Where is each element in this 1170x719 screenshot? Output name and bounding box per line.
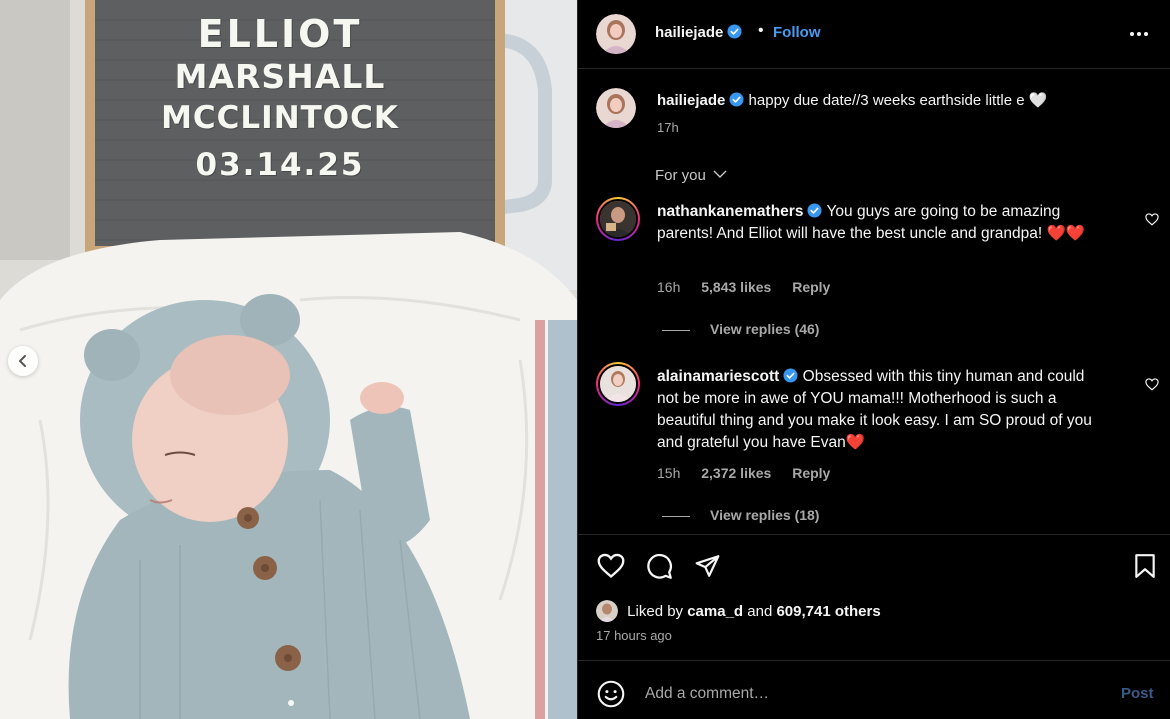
commenter-avatar[interactable] [596, 197, 640, 241]
chevron-left-icon [19, 355, 26, 367]
verified-icon [783, 368, 798, 383]
caption-line: hailiejade happy due date//3 weeks earth… [657, 91, 1047, 109]
commenter-username[interactable]: nathankanemathers [657, 203, 803, 220]
share-icon[interactable] [694, 553, 721, 579]
comment-icon[interactable] [646, 553, 673, 580]
comment-body: nathankanemathers You guys are going to … [657, 201, 1107, 245]
caption-avatar[interactable] [596, 88, 636, 128]
author-avatar[interactable] [596, 14, 636, 54]
caption-time: 17h [657, 120, 679, 135]
comment-meta: 15h 2,372 likes Reply [657, 465, 847, 481]
more-icon[interactable] [1129, 24, 1149, 44]
heart-icon[interactable] [1145, 378, 1159, 391]
caption-username[interactable]: hailiejade [657, 92, 725, 109]
liked-by-prefix: Liked by [627, 603, 684, 620]
view-replies-label: View replies (46) [710, 321, 820, 337]
heart-icon[interactable] [1145, 213, 1159, 226]
commenter-avatar[interactable] [596, 362, 640, 406]
letterboard-line-3: MCCLINTOCK [161, 100, 399, 136]
likes-summary: Liked by cama_d and 609,741 others [596, 600, 881, 622]
comment-sort-label: For you [655, 167, 706, 184]
chevron-down-icon [713, 170, 727, 178]
view-replies-label: View replies (18) [710, 507, 820, 523]
post-details-panel: hailiejade • Follow hailiejade happy due… [578, 0, 1170, 719]
letterboard-line-2: MARSHALL [174, 57, 386, 96]
previous-photo-button[interactable] [8, 346, 38, 376]
verified-icon [807, 203, 822, 218]
post-photo[interactable]: ELLIOT MARSHALL MCCLINTOCK 03.14.25 [0, 0, 577, 719]
carousel-dot [288, 700, 294, 706]
liked-by-joiner: and [747, 603, 773, 620]
reply-button[interactable]: Reply [792, 279, 830, 295]
comment-input[interactable]: Add a comment… [645, 685, 769, 703]
commenter-username[interactable]: alainamariescott [657, 368, 779, 385]
emoji-icon[interactable] [597, 680, 625, 708]
letterboard-line-1: ELLIOT [197, 12, 363, 56]
verified-icon [729, 92, 744, 107]
comment-body: alainamariescott Obsessed with this tiny… [657, 366, 1107, 454]
author-username-text[interactable]: hailiejade [655, 24, 723, 41]
letterboard-line-4: 03.14.25 [195, 147, 365, 183]
comment-time: 16h [657, 279, 681, 295]
caption-text: happy due date//3 weeks earthside little… [748, 92, 1048, 109]
reply-button[interactable]: Reply [792, 465, 830, 481]
liker-avatar[interactable] [596, 600, 618, 622]
post-actions: Liked by cama_d and 609,741 others 17 ho… [578, 534, 1170, 660]
author-username[interactable]: hailiejade [655, 24, 742, 41]
liked-by-others[interactable]: 609,741 others [776, 603, 880, 620]
liked-by-user[interactable]: cama_d [687, 603, 743, 620]
comment-sort-dropdown[interactable]: For you [655, 167, 727, 184]
post-timestamp: 17 hours ago [596, 628, 672, 643]
separator-dot: • [758, 22, 764, 39]
comment-time: 15h [657, 465, 681, 481]
like-heart-icon[interactable] [597, 553, 625, 579]
bookmark-icon[interactable] [1134, 553, 1156, 579]
comment-composer: Add a comment… Post [578, 660, 1170, 719]
verified-icon [727, 24, 742, 39]
post-header: hailiejade • Follow [578, 0, 1170, 69]
comment-likes[interactable]: 5,843 likes [701, 279, 771, 295]
comment-likes[interactable]: 2,372 likes [701, 465, 771, 481]
follow-button[interactable]: Follow [773, 24, 821, 41]
view-replies-button[interactable]: View replies (46) [662, 321, 819, 337]
comment-meta: 16h 5,843 likes Reply [657, 279, 847, 295]
view-replies-button[interactable]: View replies (18) [662, 507, 819, 523]
post-comment-button[interactable]: Post [1121, 685, 1154, 702]
